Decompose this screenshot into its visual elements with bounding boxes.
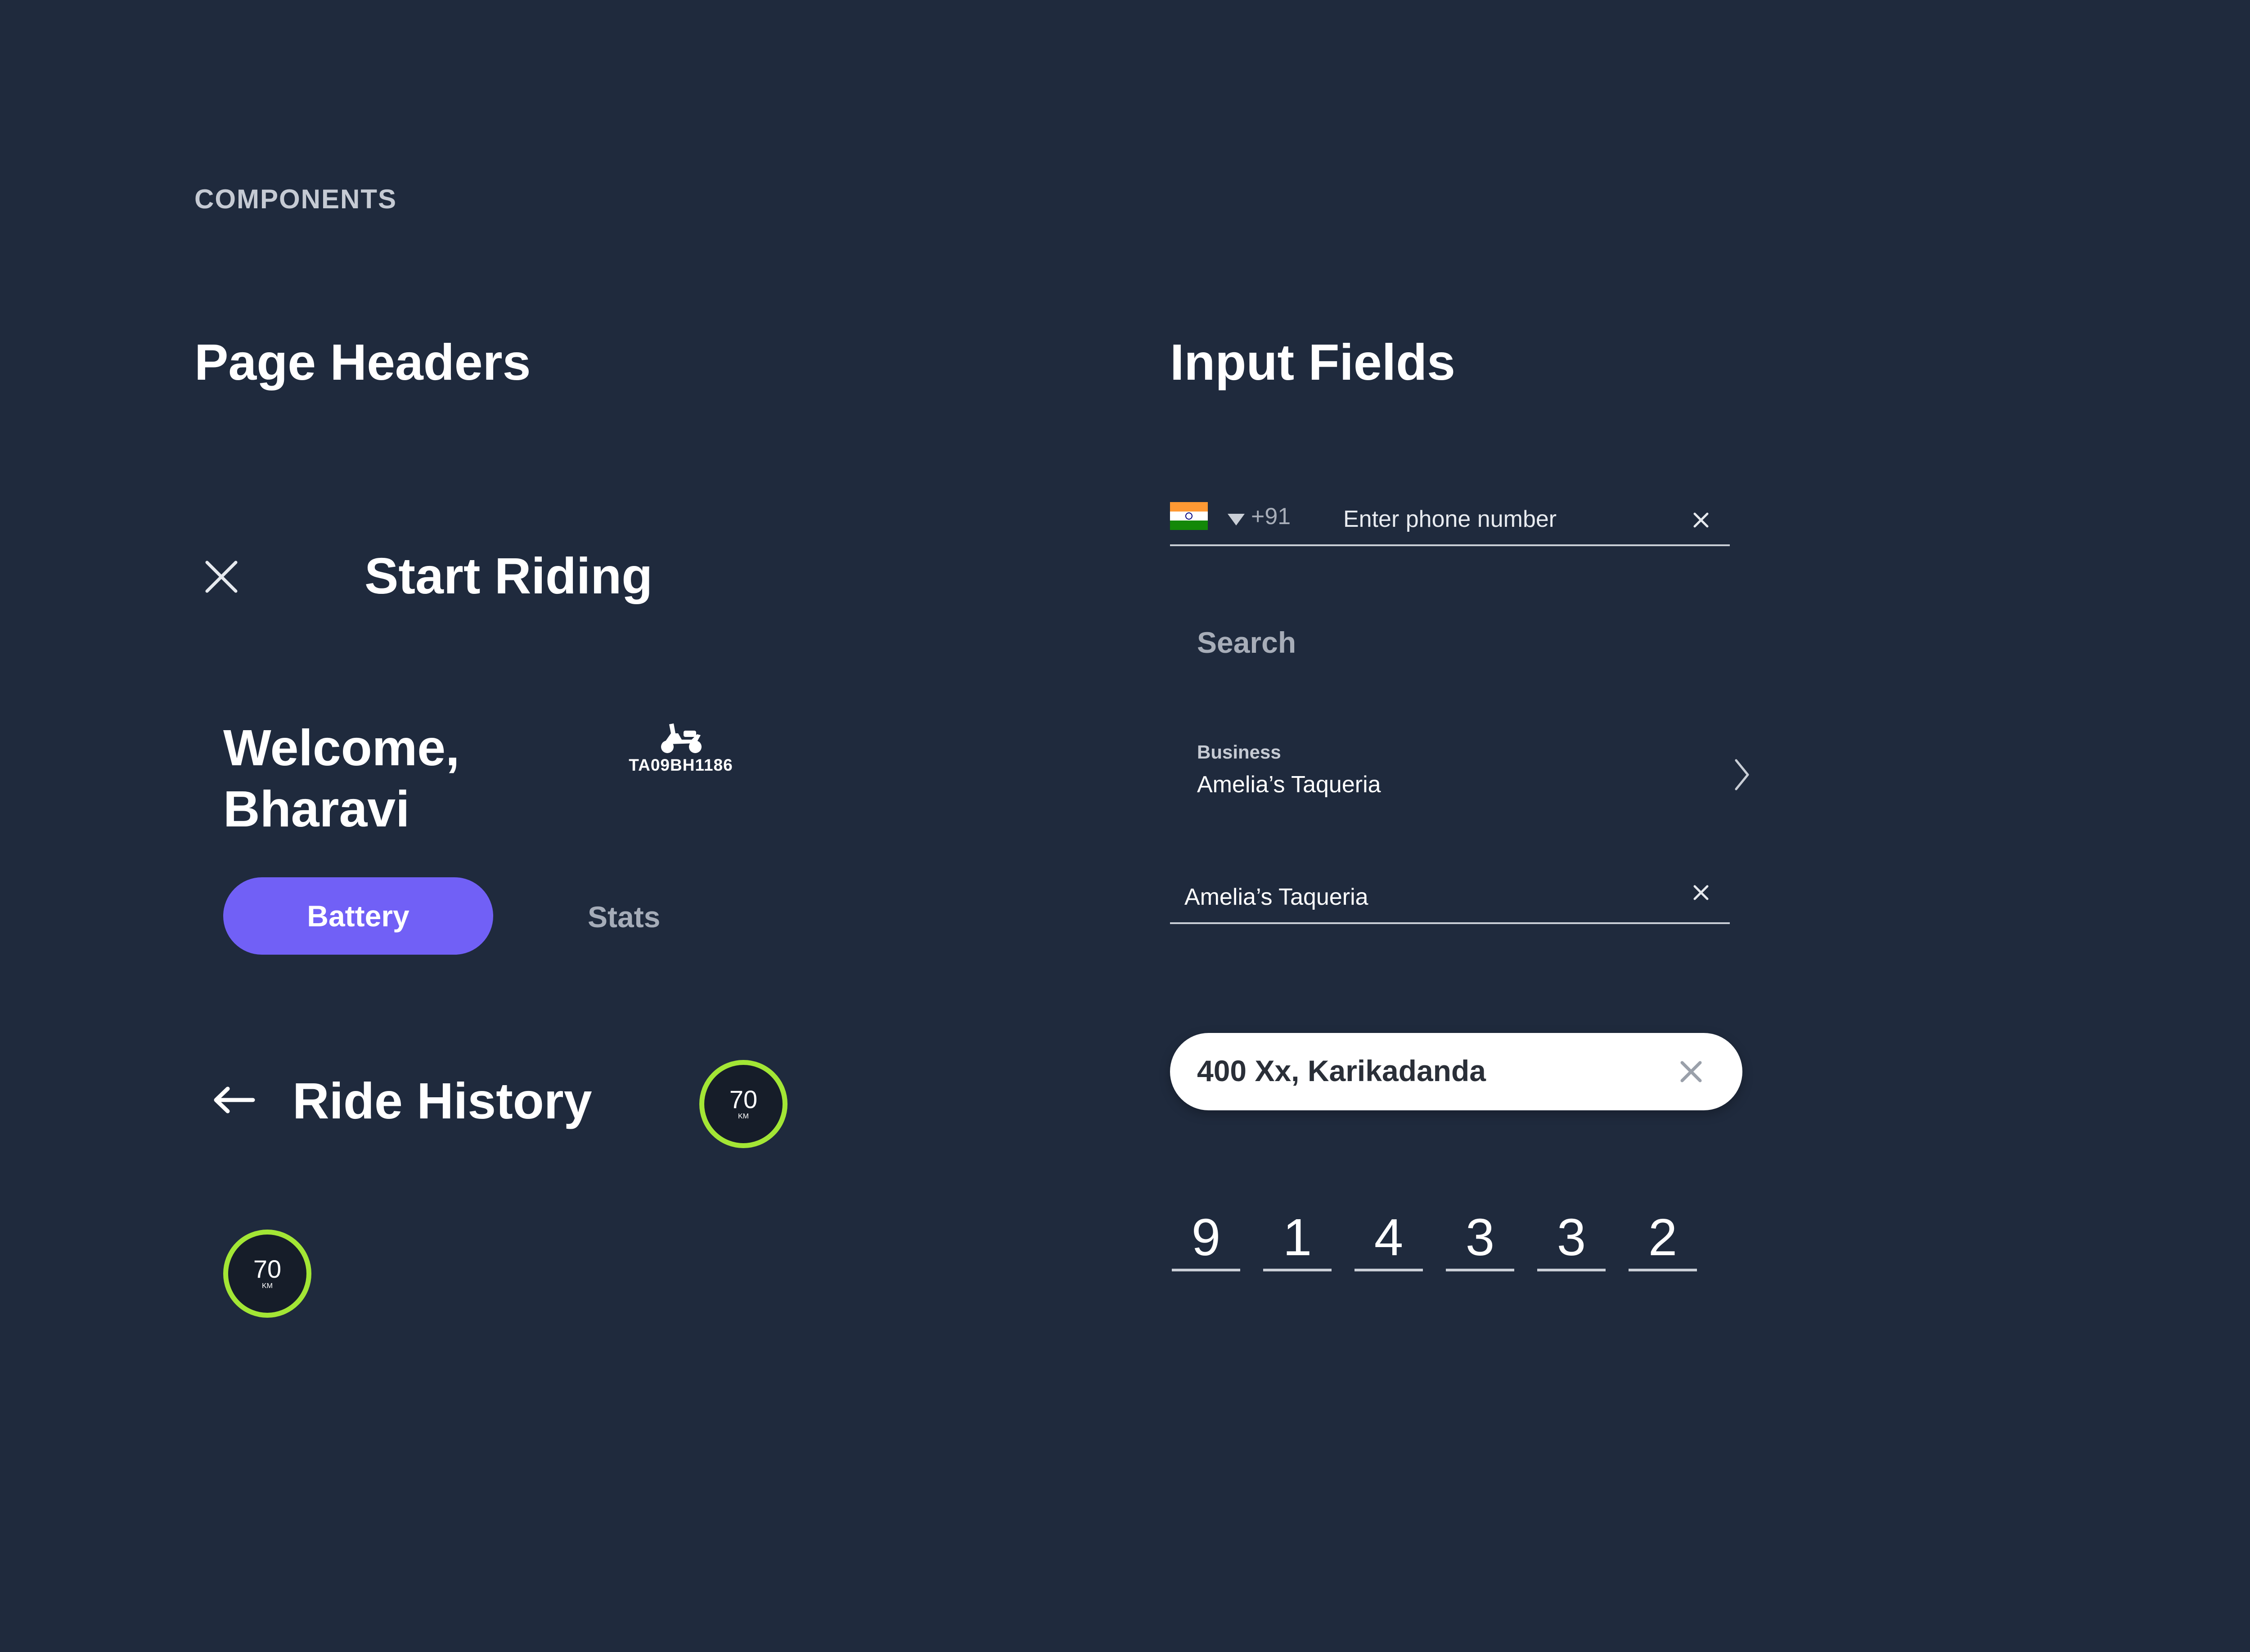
ride-history-title: Ride History — [292, 1073, 592, 1129]
text-field-value[interactable]: Amelia’s Taqueria — [1184, 884, 1368, 911]
india-flag-icon — [1170, 502, 1208, 530]
otp-digit[interactable]: 9 — [1172, 1206, 1240, 1271]
tab-stats[interactable]: Stats — [588, 900, 660, 934]
input-fields-title: Input Fields — [1170, 334, 1456, 391]
scooter-icon — [613, 720, 748, 756]
user-name: Bharavi — [223, 781, 410, 837]
start-riding-title: Start Riding — [364, 548, 653, 604]
country-code[interactable]: +91 — [1251, 503, 1291, 530]
close-icon[interactable] — [202, 558, 240, 596]
distance-gauge: 70 KM — [223, 1230, 311, 1318]
search-input[interactable]: Search — [1197, 625, 1296, 660]
welcome-greeting: Welcome, Bharavi — [223, 717, 459, 839]
location-search-field[interactable]: 400 Xx, Karikadanda — [1170, 1033, 1742, 1110]
business-label: Business — [1197, 741, 1281, 763]
components-eyebrow: COMPONENTS — [194, 184, 397, 214]
clear-icon[interactable] — [1692, 884, 1710, 902]
business-list-item[interactable]: Business Amelia’s Taqueria — [1170, 733, 1764, 805]
business-value: Amelia’s Taqueria — [1197, 772, 1381, 798]
chevron-down-icon[interactable] — [1227, 513, 1246, 526]
back-arrow-icon[interactable] — [212, 1084, 256, 1116]
chevron-right-icon[interactable] — [1732, 757, 1750, 793]
welcome-line: Welcome, — [223, 719, 460, 776]
vehicle-plate: TA09BH1186 — [629, 756, 733, 774]
tab-battery[interactable]: Battery — [223, 877, 493, 955]
otp-digit[interactable]: 1 — [1263, 1206, 1332, 1271]
vehicle-badge[interactable]: TA09BH1186 — [613, 720, 748, 775]
phone-field[interactable]: +91 Enter phone number — [1170, 499, 1730, 546]
clear-icon[interactable] — [1678, 1059, 1704, 1084]
phone-input-placeholder[interactable]: Enter phone number — [1343, 506, 1557, 533]
otp-input[interactable]: 9 1 4 3 3 2 — [1172, 1206, 1697, 1271]
business-text-field[interactable]: Amelia’s Taqueria — [1170, 873, 1730, 924]
otp-digit[interactable]: 4 — [1354, 1206, 1423, 1271]
gauge-unit: KM — [262, 1282, 273, 1290]
location-value[interactable]: 400 Xx, Karikadanda — [1197, 1054, 1486, 1088]
otp-digit[interactable]: 3 — [1446, 1206, 1514, 1271]
gauge-unit: KM — [738, 1113, 749, 1120]
distance-gauge: 70 KM — [699, 1060, 788, 1148]
gauge-value: 70 — [729, 1085, 758, 1113]
gauge-value: 70 — [253, 1255, 282, 1283]
clear-icon[interactable] — [1692, 511, 1710, 529]
page-headers-title: Page Headers — [194, 334, 531, 391]
otp-digit[interactable]: 2 — [1629, 1206, 1697, 1271]
otp-digit[interactable]: 3 — [1537, 1206, 1606, 1271]
